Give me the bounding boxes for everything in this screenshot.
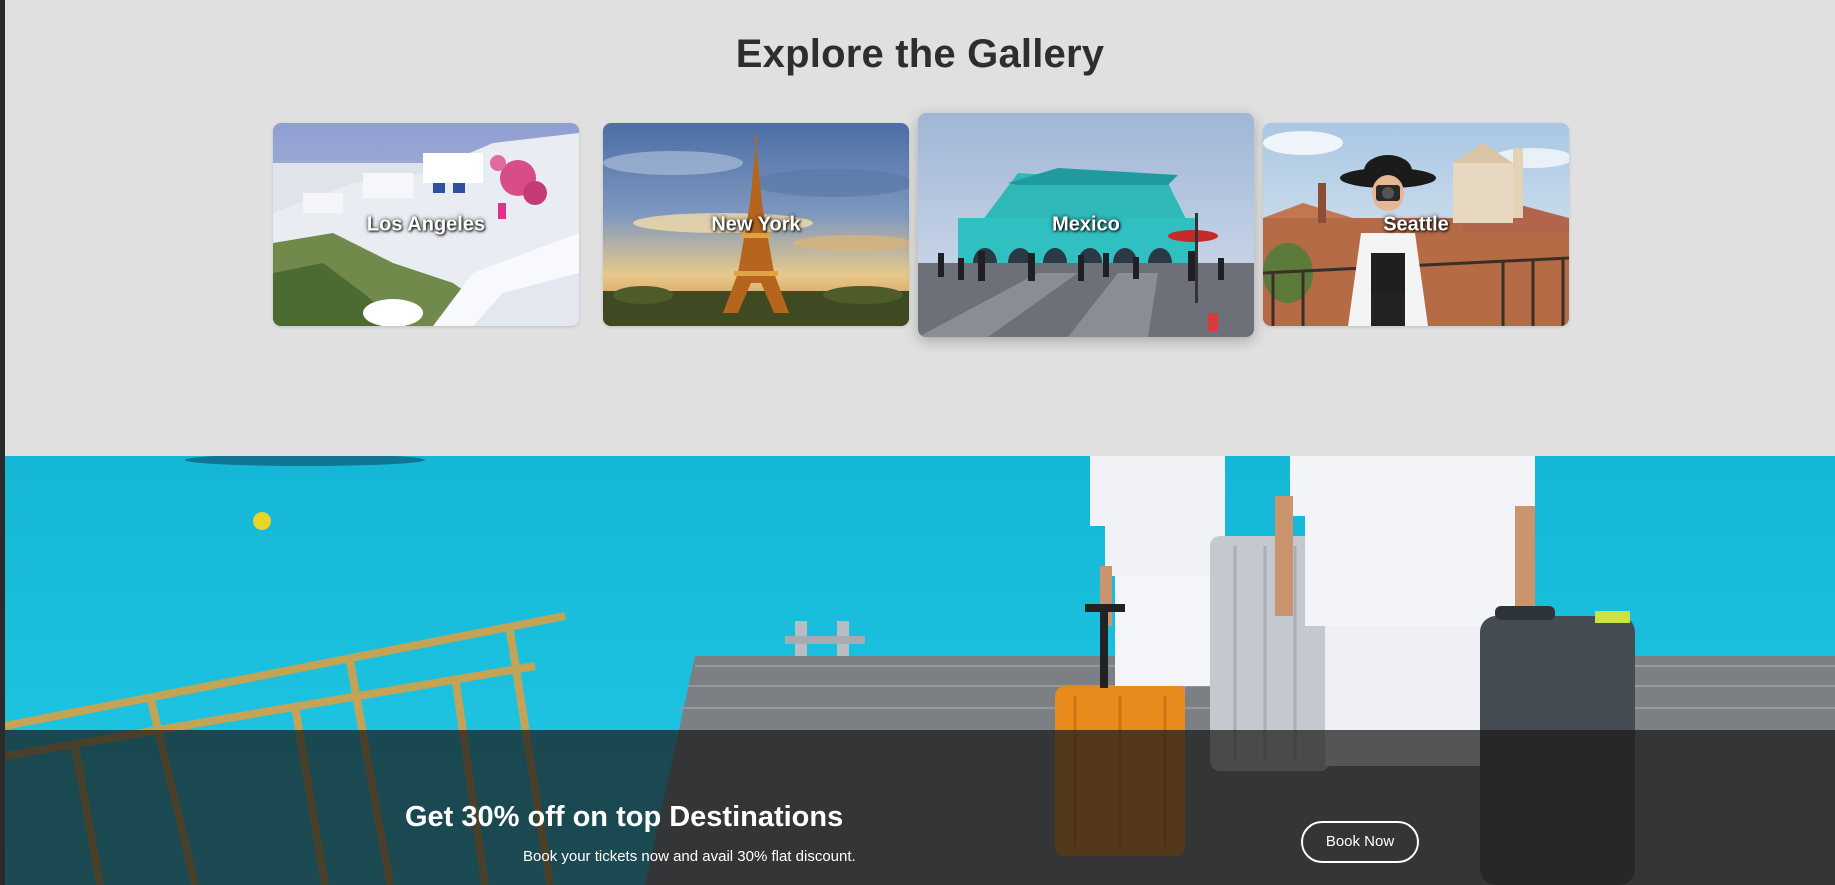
book-now-button[interactable]: Book Now xyxy=(1301,821,1419,863)
gallery-card-mexico[interactable]: Mexico xyxy=(918,113,1254,337)
gallery-title: Explore the Gallery xyxy=(735,32,1105,76)
card-label: Seattle xyxy=(1383,213,1449,235)
gallery-card-los-angeles[interactable]: Los Angeles xyxy=(273,123,579,326)
card-label: New York xyxy=(711,213,801,235)
promo-subtitle: Book your tickets now and avail 30% flat… xyxy=(523,848,856,865)
card-label: Mexico xyxy=(1052,213,1120,236)
gallery-card-new-york[interactable]: New York xyxy=(603,123,909,326)
gallery-section: Explore the Gallery Los Angeles New York… xyxy=(5,0,1835,456)
promo-title: Get 30% off on top Destinations xyxy=(405,801,844,833)
promo-banner: Get 30% off on top Destinations Book you… xyxy=(5,456,1835,885)
card-label: Los Angeles xyxy=(366,213,486,235)
gallery-card-seattle[interactable]: Seattle xyxy=(1263,123,1569,326)
